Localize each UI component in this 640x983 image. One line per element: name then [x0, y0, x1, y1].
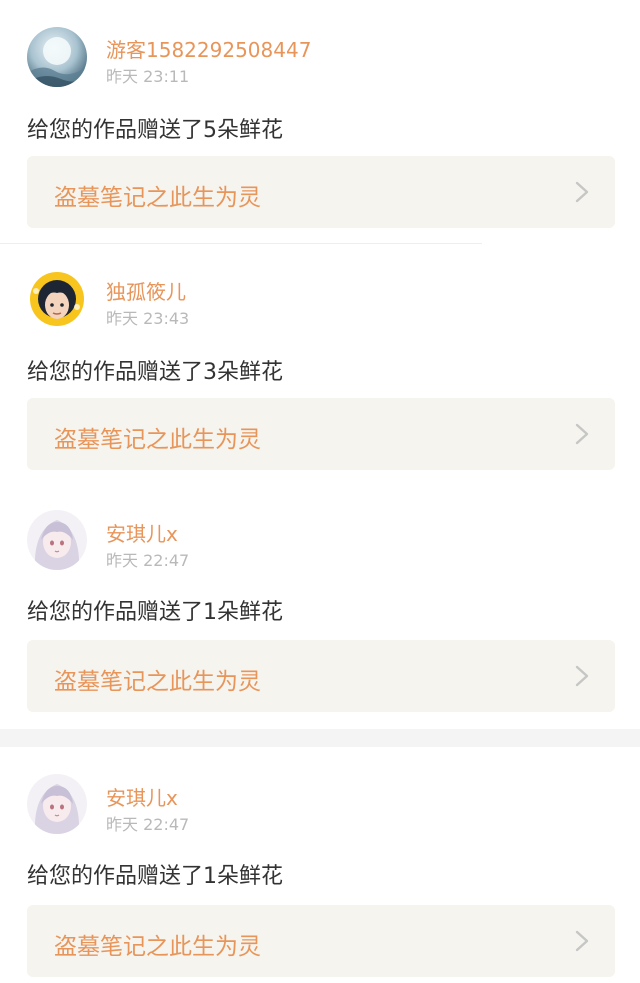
- anime-girl-avatar-icon: [27, 510, 87, 570]
- notification-time: 昨天 22:47: [106, 815, 190, 834]
- chevron-right-icon: [575, 181, 589, 203]
- notification-time: 昨天 23:43: [106, 309, 190, 328]
- notification-item: 独孤筱儿 昨天 23:43 给您的作品赠送了3朵鲜花 盗墓笔记之此生为灵: [0, 244, 640, 483]
- gift-message: 给您的作品赠送了1朵鲜花: [27, 600, 283, 625]
- notification-time: 昨天 22:47: [106, 551, 190, 570]
- user-avatar[interactable]: [27, 269, 87, 329]
- user-name[interactable]: 安琪儿x: [106, 782, 178, 811]
- work-link-button[interactable]: 盗墓笔记之此生为灵: [27, 905, 615, 977]
- user-name[interactable]: 安琪儿x: [106, 518, 178, 547]
- moon-landscape-avatar-icon: [27, 27, 87, 87]
- gift-message: 给您的作品赠送了3朵鲜花: [27, 360, 283, 385]
- section-divider: [0, 729, 640, 747]
- work-title: 盗墓笔记之此生为灵: [54, 427, 261, 453]
- work-link-button[interactable]: 盗墓笔记之此生为灵: [27, 156, 615, 228]
- work-link-button[interactable]: 盗墓笔记之此生为灵: [27, 398, 615, 470]
- work-link-button[interactable]: 盗墓笔记之此生为灵: [27, 640, 615, 712]
- user-name[interactable]: 游客1582292508447: [106, 34, 311, 63]
- chevron-right-icon: [575, 665, 589, 687]
- chevron-right-icon: [575, 930, 589, 952]
- notification-item: 游客1582292508447 昨天 23:11 给您的作品赠送了5朵鲜花 盗墓…: [0, 0, 640, 243]
- work-title: 盗墓笔记之此生为灵: [54, 669, 261, 695]
- gift-message: 给您的作品赠送了1朵鲜花: [27, 864, 283, 889]
- notification-time: 昨天 23:11: [106, 67, 190, 86]
- chevron-right-icon: [575, 423, 589, 445]
- user-avatar[interactable]: [27, 510, 87, 570]
- work-title: 盗墓笔记之此生为灵: [54, 934, 261, 960]
- user-avatar[interactable]: [27, 27, 87, 87]
- gift-message: 给您的作品赠送了5朵鲜花: [27, 118, 283, 143]
- work-title: 盗墓笔记之此生为灵: [54, 185, 261, 211]
- anime-girl-avatar-icon: [27, 774, 87, 834]
- notification-item: 安琪儿x 昨天 22:47 给您的作品赠送了1朵鲜花 盗墓笔记之此生为灵: [0, 747, 640, 983]
- notification-feed: 游客1582292508447 昨天 23:11 给您的作品赠送了5朵鲜花 盗墓…: [0, 0, 640, 983]
- user-avatar[interactable]: [27, 774, 87, 834]
- user-name[interactable]: 独孤筱儿: [106, 276, 186, 305]
- cartoon-boy-avatar-icon: [27, 269, 87, 329]
- notification-item: 安琪儿x 昨天 22:47 给您的作品赠送了1朵鲜花 盗墓笔记之此生为灵: [0, 486, 640, 729]
